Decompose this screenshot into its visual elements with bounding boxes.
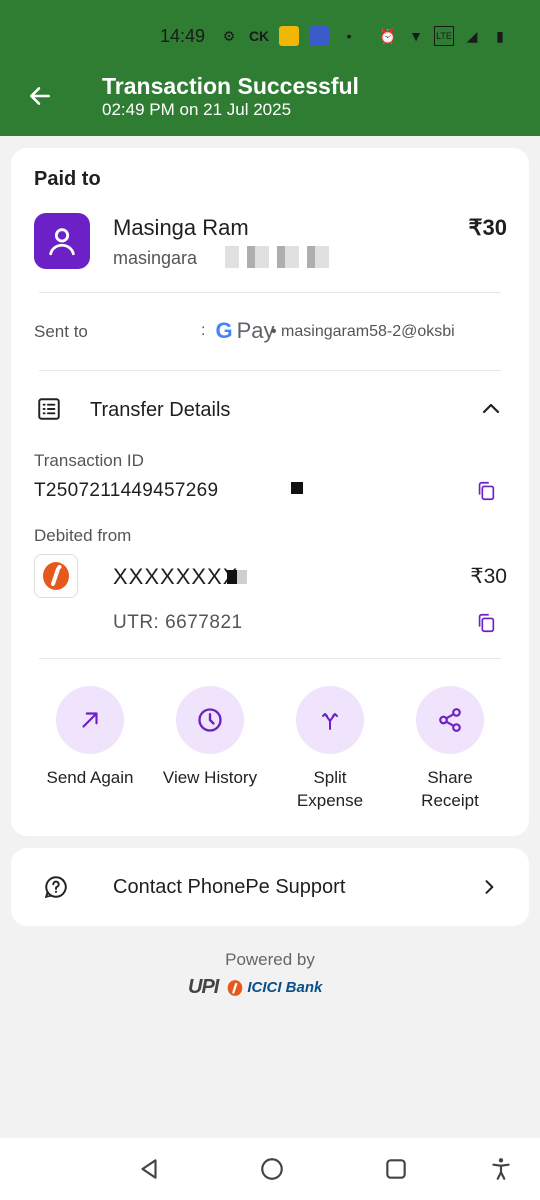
contact-support-row[interactable]: Contact PhonePe Support [11, 848, 529, 926]
arrow-left-icon [30, 87, 50, 105]
split-expense-label: Split Expense [296, 768, 364, 810]
wifi-icon: ▼ [409, 28, 423, 44]
dot-icon: • [346, 28, 352, 44]
gpay-pay: Pay [236, 318, 275, 343]
signal-icon: ◢ [466, 27, 478, 44]
transfer-details-label[interactable]: Transfer Details [90, 399, 230, 422]
transaction-id-label: Transaction ID [34, 451, 144, 470]
utr-number: UTR: 6677821 [113, 612, 243, 633]
view-history-circle[interactable] [176, 686, 244, 754]
gpay-logo: : G Pay [201, 318, 275, 343]
system-nav-bar [0, 1138, 540, 1200]
copy-transaction-id-icon[interactable] [475, 480, 497, 502]
icici-small-icon [228, 979, 243, 996]
split-icon [322, 713, 338, 730]
debit-account-number: XXXXXXXX [113, 564, 239, 589]
icici-bank-logo: ICICI Bank [226, 978, 322, 998]
payee-name: Masinga Ram [113, 215, 249, 240]
back-button[interactable] [24, 80, 56, 112]
chevron-up-icon[interactable] [479, 397, 503, 421]
settings-icon: ⚙ [222, 27, 236, 44]
send-again-circle[interactable] [56, 686, 124, 754]
volte-icon: LTE [434, 26, 454, 46]
split-expense-button[interactable]: Split Expense [271, 686, 389, 812]
receipt-list-icon [38, 398, 60, 420]
app-header: 14:49 ⚙ CK • ⏰ ▼ LTE ◢ ▮ Transaction Suc… [0, 0, 540, 136]
arrow-up-right-icon [82, 712, 98, 728]
divider [39, 292, 501, 293]
app-notification-icon-2 [309, 26, 330, 46]
transaction-card: Paid to Masinga Ram masingara ₹30 Sent t… [11, 148, 529, 836]
nav-home-icon[interactable] [259, 1156, 285, 1182]
battery-icon: ▮ [496, 27, 504, 44]
recipient-vpa: • masingaram58-2@oksbi [271, 323, 455, 340]
upi-logo: UPI [188, 976, 219, 998]
paid-to-heading: Paid to [34, 168, 101, 190]
partner-logos: UPI ICICI Bank [188, 976, 322, 999]
icici-bank-text: ICICI Bank [247, 979, 323, 996]
divider [39, 658, 501, 659]
action-row: Send Again View History Split Expense Sh… [31, 686, 509, 812]
share-receipt-label: Share Receipt [421, 768, 479, 810]
send-again-button[interactable]: Send Again [31, 686, 149, 812]
transaction-timestamp: 02:49 PM on 21 Jul 2025 [102, 100, 292, 119]
redacted-account [227, 570, 247, 584]
icici-logo [34, 554, 78, 598]
nav-recents-icon[interactable] [383, 1156, 409, 1182]
redacted-transaction-id [291, 482, 303, 494]
send-again-label: Send Again [46, 768, 134, 787]
alarm-icon: ⏰ [379, 27, 397, 44]
payment-amount: ₹30 [468, 215, 507, 240]
view-history-button[interactable]: View History [151, 686, 269, 812]
gpay-g: G [215, 318, 233, 343]
ck-indicator: CK [248, 28, 270, 44]
clock-icon [198, 708, 222, 732]
share-receipt-button[interactable]: Share Receipt [391, 686, 509, 812]
icici-logo-icon [43, 562, 69, 590]
split-expense-circle[interactable] [296, 686, 364, 754]
app-notification-icon [279, 26, 300, 46]
payee-avatar [34, 213, 90, 269]
share-icon [439, 708, 461, 732]
redacted-vpa [225, 246, 335, 268]
page-title: Transaction Successful [102, 73, 359, 99]
divider [39, 370, 501, 371]
contact-support-label: Contact PhonePe Support [113, 876, 346, 898]
transaction-id: T2507211449457269 [34, 480, 219, 501]
powered-by-label: Powered by [225, 950, 315, 969]
status-bar: 14:49 ⚙ CK • ⏰ ▼ LTE ◢ ▮ [160, 22, 510, 50]
status-time: 14:49 [160, 25, 206, 46]
accessibility-icon[interactable] [488, 1156, 514, 1182]
chevron-right-icon [485, 880, 494, 894]
help-chat-icon [44, 876, 67, 899]
view-history-label: View History [162, 768, 258, 787]
copy-utr-icon[interactable] [475, 612, 497, 634]
debited-from-label: Debited from [34, 526, 132, 545]
sent-to-label: Sent to [34, 322, 88, 341]
nav-back-icon[interactable] [136, 1156, 162, 1182]
payee-vpa: masingara [113, 248, 198, 268]
debit-amount: ₹30 [470, 565, 507, 588]
share-receipt-circle[interactable] [416, 686, 484, 754]
user-icon [49, 228, 75, 256]
